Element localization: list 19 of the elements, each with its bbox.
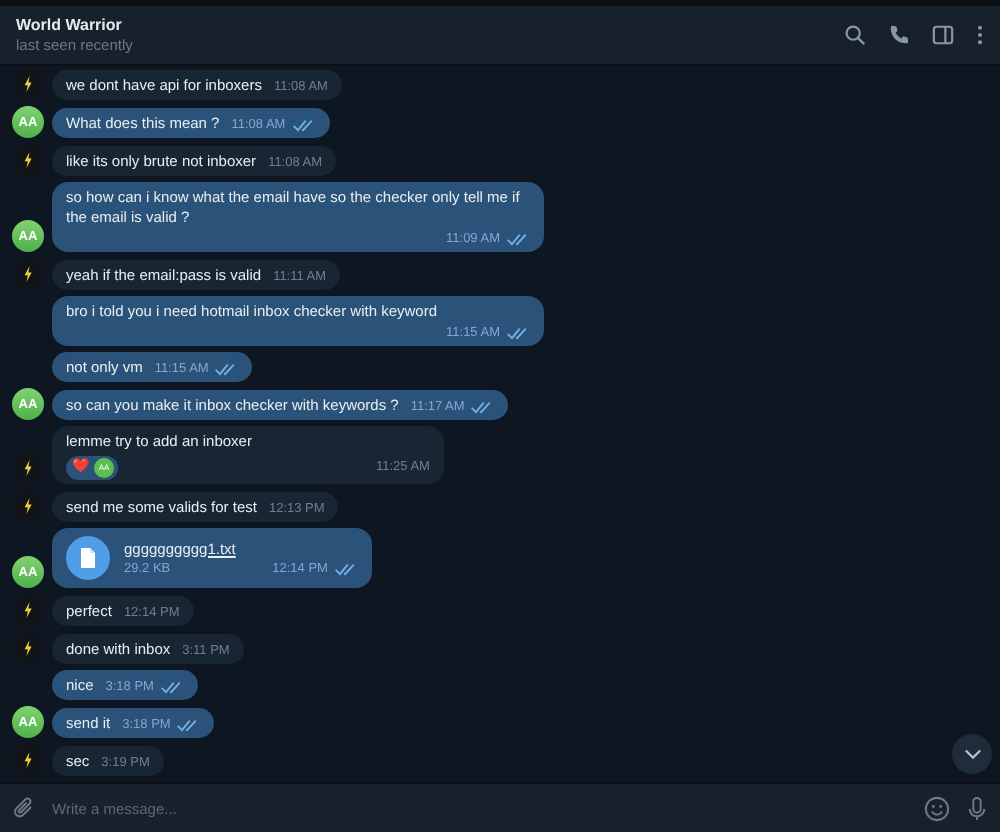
lightning-avatar-icon[interactable] [12,68,44,100]
lightning-avatar-icon[interactable] [12,594,44,626]
lightning-avatar-icon[interactable] [12,144,44,176]
document-icon[interactable] [66,536,110,580]
lightning-avatar-icon[interactable] [12,632,44,664]
search-icon[interactable] [844,24,866,46]
emoji-icon[interactable] [924,795,950,821]
scroll-down-button[interactable] [952,734,992,774]
lightning-avatar-icon[interactable] [12,452,44,484]
sidebar-toggle-icon[interactable] [932,24,954,46]
more-icon[interactable] [976,24,984,46]
chat-title: World Warrior [16,16,124,34]
chevron-down-icon [963,748,981,760]
paperclip-icon[interactable] [12,796,36,820]
lightning-avatar-icon[interactable] [12,258,44,290]
phone-icon[interactable] [888,24,910,46]
lightning-avatar-icon[interactable] [12,490,44,522]
microphone-icon[interactable] [966,795,988,821]
lightning-avatar-icon[interactable] [12,744,44,776]
